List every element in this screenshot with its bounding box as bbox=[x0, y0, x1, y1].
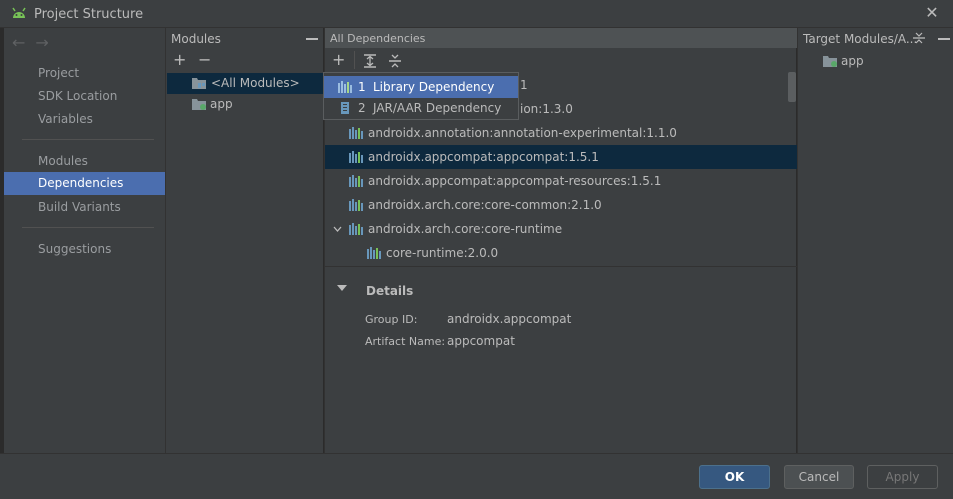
target-modules-title: Target Modules/A... bbox=[803, 32, 918, 46]
nav-item-modules[interactable]: Modules bbox=[4, 150, 165, 173]
dependency-label: androidx.arch.core:core-runtime bbox=[368, 222, 563, 236]
dependency-label: core-runtime:2.0.0 bbox=[386, 246, 499, 260]
dependency-label: androidx.appcompat:appcompat:1.5.1 bbox=[368, 150, 599, 164]
artifact-name-value: appcompat bbox=[447, 334, 515, 348]
android-studio-icon bbox=[12, 7, 26, 18]
modules-pane: Modules + − <All Modules> app bbox=[165, 28, 324, 453]
dependency-label: androidx.arch.core:core-common:2.1.0 bbox=[368, 198, 602, 212]
add-dependency-menu: 1 Library Dependency 2 JAR/AAR Dependenc… bbox=[323, 72, 519, 120]
dependency-label: androidx.appcompat:appcompat-resources:1… bbox=[368, 174, 662, 188]
menu-item-label: Library Dependency bbox=[373, 80, 495, 94]
dependency-label: ion:1.3.0 bbox=[520, 102, 573, 116]
library-icon bbox=[349, 199, 363, 211]
details-title: Details bbox=[366, 284, 414, 298]
library-icon bbox=[367, 247, 381, 259]
modules-folder-icon bbox=[192, 78, 206, 89]
module-folder-icon bbox=[823, 56, 837, 67]
modules-pane-title: Modules bbox=[171, 32, 221, 46]
group-id-value: androidx.appcompat bbox=[447, 312, 572, 326]
dependency-row-expanded[interactable]: androidx.arch.core:core-runtime bbox=[325, 217, 797, 241]
dependencies-pane-title: All Dependencies bbox=[325, 28, 797, 48]
library-icon bbox=[349, 175, 363, 187]
expand-all-icon[interactable] bbox=[363, 54, 377, 68]
left-navigation: ← → Project SDK Location Variables Module… bbox=[4, 28, 165, 453]
close-icon[interactable]: ✕ bbox=[923, 4, 941, 22]
menu-item-number: 1 bbox=[358, 80, 366, 94]
module-label: app bbox=[210, 97, 233, 111]
nav-item-suggestions[interactable]: Suggestions bbox=[4, 238, 165, 261]
dependency-row-selected[interactable]: androidx.appcompat:appcompat:1.5.1 bbox=[325, 145, 797, 169]
add-module-icon[interactable]: + bbox=[173, 52, 186, 68]
library-icon bbox=[349, 127, 363, 139]
menu-item-jar-aar-dependency[interactable]: 2 JAR/AAR Dependency bbox=[324, 97, 518, 119]
expand-collapse-icon[interactable] bbox=[913, 32, 925, 44]
jar-icon bbox=[341, 102, 349, 114]
module-folder-icon bbox=[192, 99, 206, 110]
menu-item-label: JAR/AAR Dependency bbox=[373, 101, 502, 115]
dependency-row[interactable]: androidx.arch.core:core-common:2.1.0 bbox=[325, 193, 797, 217]
target-module-label: app bbox=[841, 54, 864, 68]
nav-item-project[interactable]: Project bbox=[4, 62, 165, 85]
target-module-row-app[interactable]: app bbox=[799, 51, 953, 72]
collapse-pane-icon[interactable] bbox=[938, 38, 950, 40]
toolbar-separator bbox=[354, 51, 355, 69]
artifact-name-label: Artifact Name: bbox=[365, 335, 446, 348]
module-row-app[interactable]: app bbox=[167, 94, 324, 115]
library-icon bbox=[338, 81, 352, 93]
library-icon bbox=[349, 151, 363, 163]
library-icon bbox=[349, 223, 363, 235]
apply-button[interactable]: Apply bbox=[867, 465, 938, 489]
target-modules-pane: Target Modules/A... app bbox=[797, 28, 953, 453]
menu-item-library-dependency[interactable]: 1 Library Dependency bbox=[324, 76, 518, 98]
dependency-row[interactable]: androidx.appcompat:appcompat-resources:1… bbox=[325, 169, 797, 193]
nav-divider bbox=[22, 227, 154, 228]
dependency-row-child[interactable]: core-runtime:2.0.0 bbox=[325, 241, 797, 265]
details-collapse-icon[interactable] bbox=[337, 285, 347, 291]
collapse-pane-icon[interactable] bbox=[306, 38, 318, 40]
back-arrow-icon[interactable]: ← bbox=[12, 33, 25, 52]
module-row-all-modules[interactable]: <All Modules> bbox=[167, 73, 324, 94]
menu-item-number: 2 bbox=[358, 101, 366, 115]
dependency-label: androidx.annotation:annotation-experimen… bbox=[368, 126, 677, 140]
nav-item-build-variants[interactable]: Build Variants bbox=[4, 196, 165, 219]
nav-item-variables[interactable]: Variables bbox=[4, 108, 165, 131]
collapse-all-icon[interactable] bbox=[388, 54, 402, 68]
nav-item-sdk-location[interactable]: SDK Location bbox=[4, 85, 165, 108]
window-title: Project Structure bbox=[34, 7, 144, 22]
title-bar: Project Structure ✕ bbox=[0, 0, 953, 28]
dependency-label: 1 bbox=[520, 78, 528, 92]
dialog-footer: OK Cancel Apply bbox=[0, 453, 953, 499]
chevron-down-icon[interactable] bbox=[333, 226, 342, 232]
nav-arrows: ← → bbox=[12, 33, 59, 52]
remove-module-icon[interactable]: − bbox=[198, 52, 211, 68]
add-dependency-icon[interactable]: + bbox=[332, 52, 345, 68]
nav-item-dependencies[interactable]: Dependencies bbox=[4, 172, 165, 195]
details-splitter[interactable] bbox=[325, 266, 797, 267]
forward-arrow-icon[interactable]: → bbox=[35, 33, 48, 52]
cancel-button[interactable]: Cancel bbox=[784, 465, 854, 489]
dependency-row[interactable]: androidx.annotation:annotation-experimen… bbox=[325, 121, 797, 145]
dependencies-scrollbar[interactable] bbox=[788, 72, 796, 102]
nav-divider bbox=[22, 139, 154, 140]
group-id-label: Group ID: bbox=[365, 313, 418, 326]
ok-button[interactable]: OK bbox=[699, 465, 770, 489]
module-label: <All Modules> bbox=[211, 76, 300, 90]
